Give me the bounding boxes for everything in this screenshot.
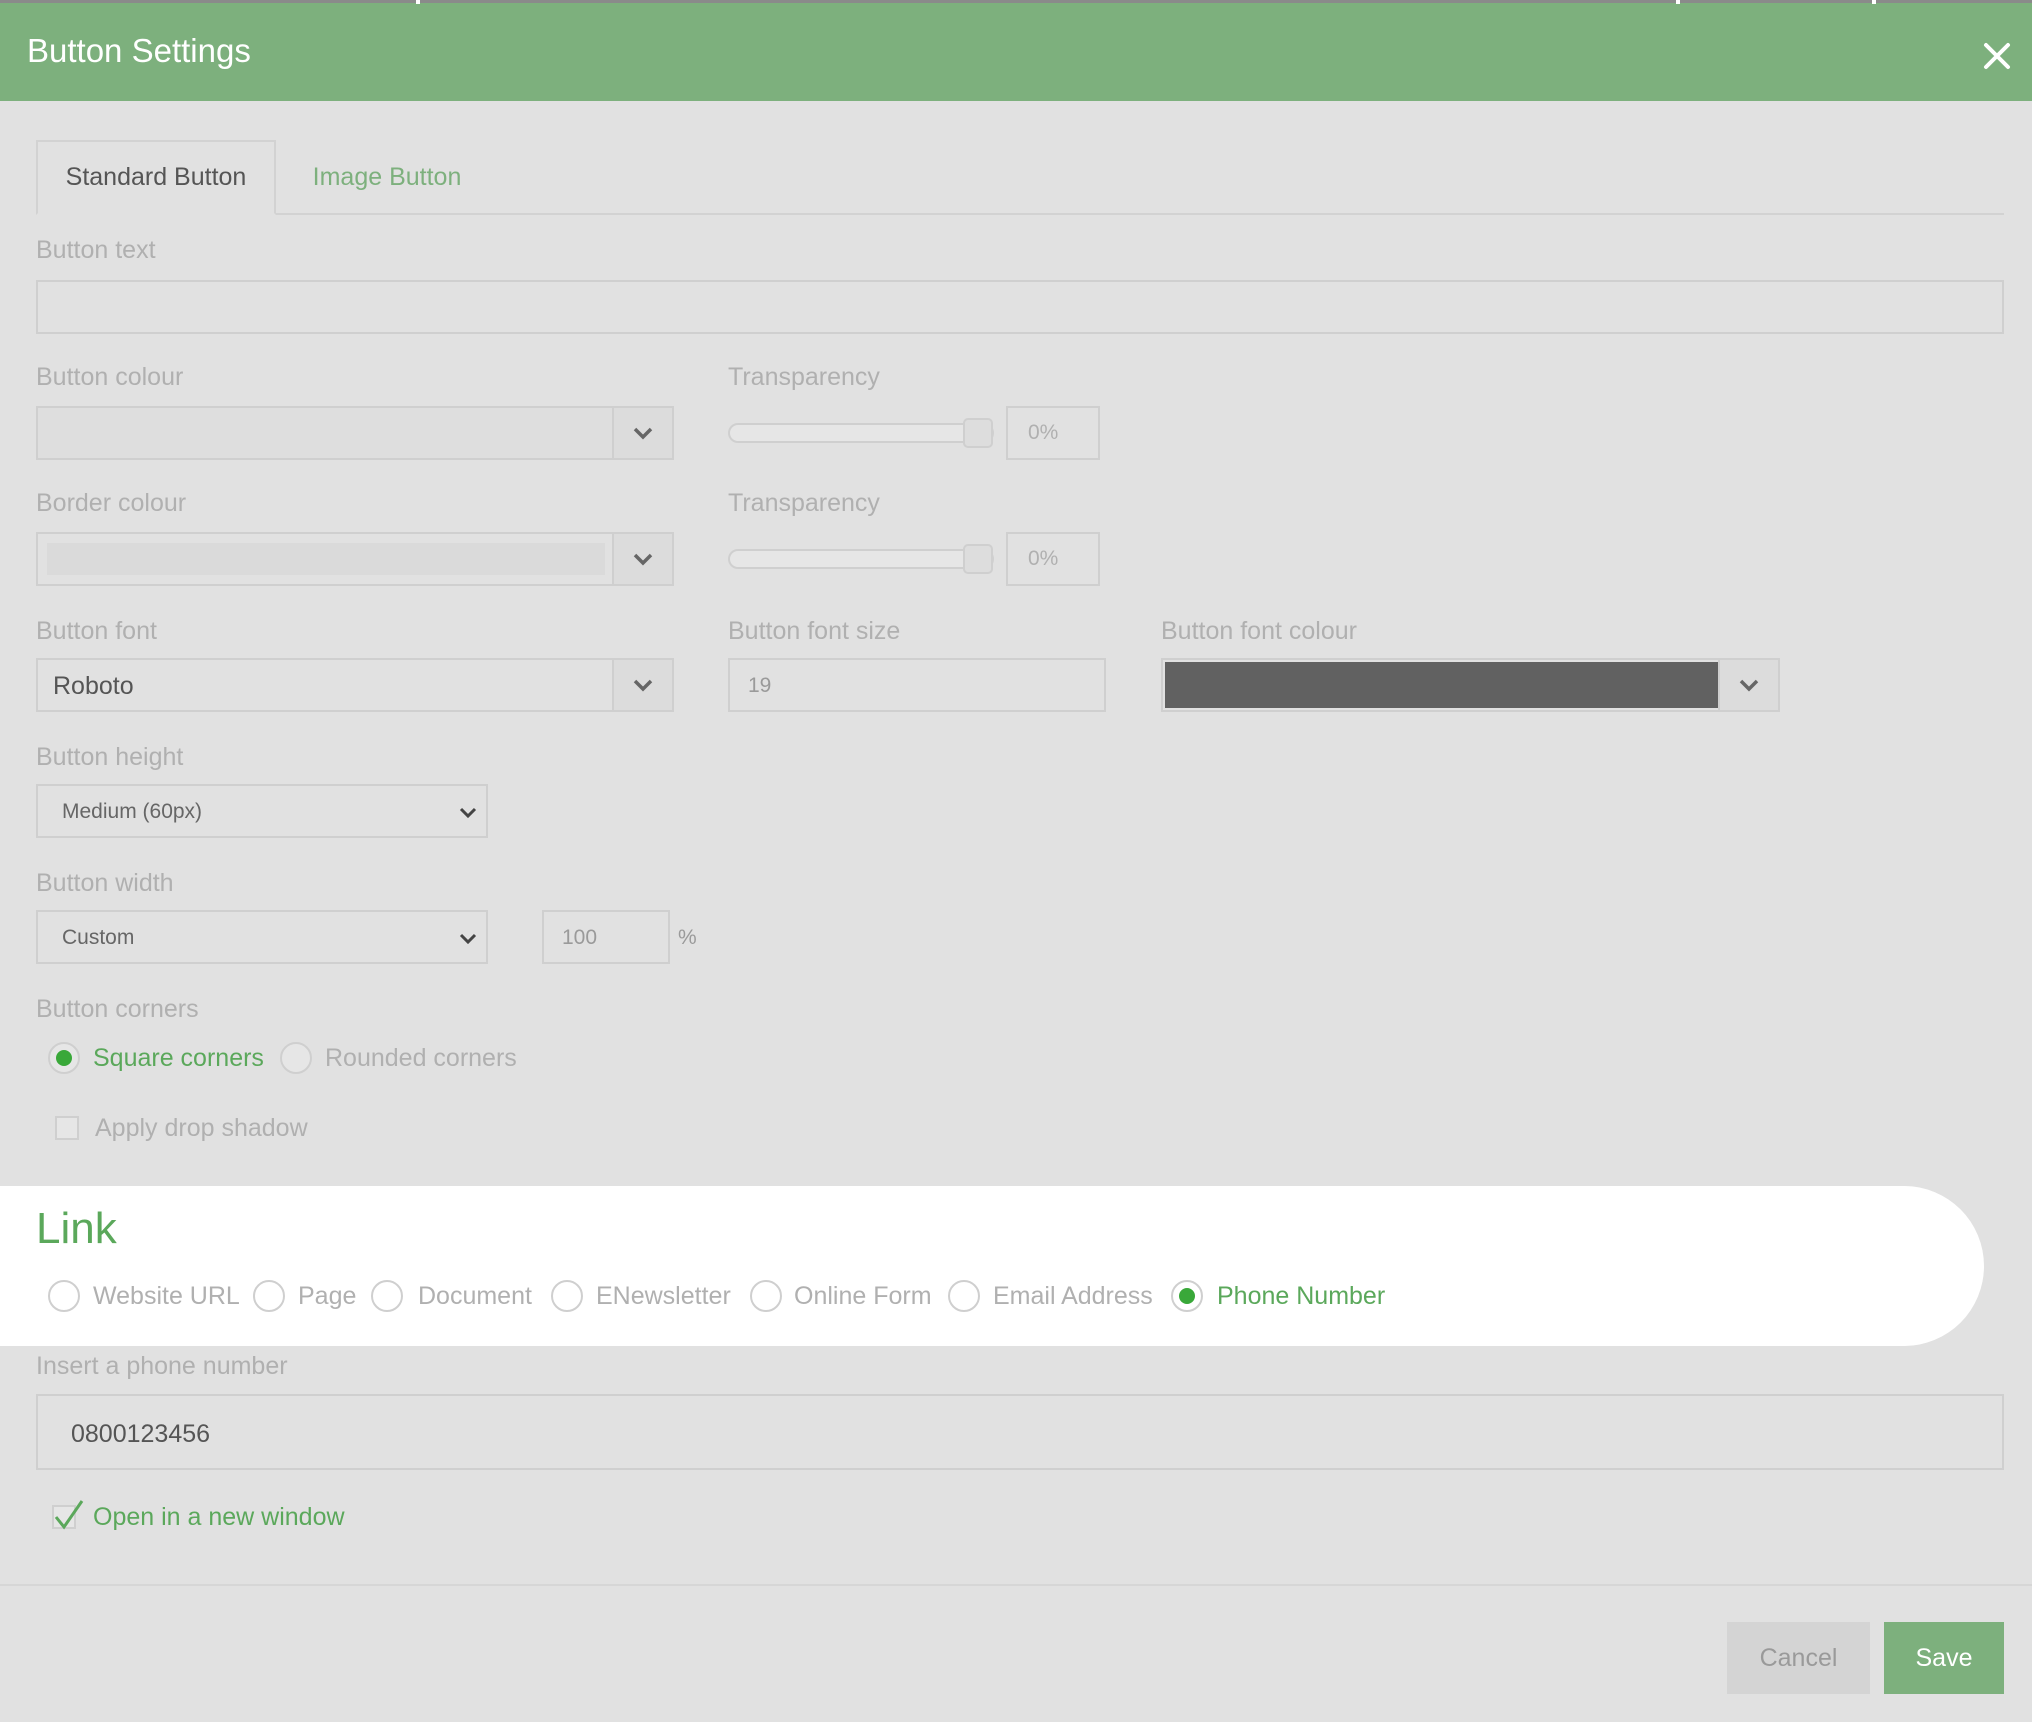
border-colour-transparency-slider[interactable] xyxy=(728,549,994,569)
link-phone-number-label[interactable]: Phone Number xyxy=(1217,1282,1385,1311)
button-font-colour-dropdown-toggle[interactable] xyxy=(1718,660,1778,710)
chevron-down-icon xyxy=(633,553,653,566)
tab-standard-button[interactable]: Standard Button xyxy=(36,140,276,215)
square-corners-radio[interactable] xyxy=(48,1042,80,1074)
new-window-label[interactable]: Open in a new window xyxy=(93,1503,345,1532)
button-height-value: Medium (60px) xyxy=(62,800,203,823)
link-title: Link xyxy=(36,1204,117,1253)
dialog-header xyxy=(0,0,2032,101)
button-text-input[interactable] xyxy=(36,280,2004,334)
new-window-checkbox[interactable] xyxy=(52,1500,84,1530)
close-icon xyxy=(1984,43,2010,69)
border-colour-label: Border colour xyxy=(36,489,187,517)
button-font-size-input[interactable]: 19 xyxy=(728,658,1106,712)
border-colour-transparency-handle[interactable] xyxy=(963,544,993,574)
phone-number-label: Insert a phone number xyxy=(36,1352,288,1380)
link-panel xyxy=(0,1186,1984,1346)
border-colour-picker[interactable] xyxy=(36,532,674,586)
button-text-label: Button text xyxy=(36,236,156,264)
header-tick-mark xyxy=(416,0,420,4)
chevron-down-icon xyxy=(1739,679,1759,692)
drop-shadow-label[interactable]: Apply drop shadow xyxy=(95,1114,308,1143)
link-website-url-label[interactable]: Website URL xyxy=(93,1282,240,1311)
save-button[interactable]: Save xyxy=(1884,1622,2004,1694)
footer-divider xyxy=(0,1584,2032,1586)
button-colour-transparency-value[interactable]: 0% xyxy=(1006,406,1100,460)
drop-shadow-checkbox[interactable] xyxy=(55,1116,79,1140)
chevron-down-icon xyxy=(633,679,653,692)
link-email-address-label[interactable]: Email Address xyxy=(993,1282,1153,1311)
link-enewsletter-radio[interactable] xyxy=(551,1280,583,1312)
button-font-size-value: 19 xyxy=(748,674,772,697)
phone-number-value: 0800123456 xyxy=(71,1420,211,1448)
button-font-colour-picker[interactable] xyxy=(1161,658,1780,712)
cancel-button[interactable]: Cancel xyxy=(1727,1622,1870,1694)
chevron-down-icon xyxy=(459,807,477,819)
button-height-label: Button height xyxy=(36,743,184,771)
close-button[interactable] xyxy=(1975,34,2019,78)
border-colour-transparency-label: Transparency xyxy=(728,489,880,517)
button-height-select[interactable]: Medium (60px) xyxy=(36,784,488,838)
link-page-label[interactable]: Page xyxy=(298,1282,356,1311)
square-corners-label[interactable]: Square corners xyxy=(93,1044,264,1073)
button-font-colour-label: Button font colour xyxy=(1161,617,1357,645)
link-page-radio[interactable] xyxy=(253,1280,285,1312)
button-width-select[interactable]: Custom xyxy=(36,910,488,964)
button-colour-transparency-slider[interactable] xyxy=(728,423,994,443)
button-colour-label: Button colour xyxy=(36,363,184,391)
link-enewsletter-label[interactable]: ENewsletter xyxy=(596,1282,731,1311)
button-colour-dropdown-toggle[interactable] xyxy=(612,408,672,458)
button-font-label: Button font xyxy=(36,617,157,645)
button-colour-transparency-handle[interactable] xyxy=(963,418,993,448)
button-font-value: Roboto xyxy=(53,672,134,700)
link-website-url-radio[interactable] xyxy=(48,1280,80,1312)
border-colour-swatch xyxy=(47,543,605,575)
button-width-value: Custom xyxy=(62,926,135,949)
header-tick-mark xyxy=(1872,0,1876,4)
link-phone-number-radio[interactable] xyxy=(1171,1280,1203,1312)
button-font-dropdown-toggle[interactable] xyxy=(612,660,672,710)
button-colour-transparency-label: Transparency xyxy=(728,363,880,391)
chevron-down-icon xyxy=(633,427,653,440)
border-colour-transparency-value[interactable]: 0% xyxy=(1006,532,1100,586)
button-width-custom-input[interactable]: 100 xyxy=(542,910,670,964)
link-document-radio[interactable] xyxy=(371,1280,403,1312)
chevron-down-icon xyxy=(459,933,477,945)
border-colour-dropdown-toggle[interactable] xyxy=(612,534,672,584)
link-online-form-radio[interactable] xyxy=(750,1280,782,1312)
checkmark-icon xyxy=(54,1500,84,1530)
tab-image-button[interactable]: Image Button xyxy=(292,140,482,215)
button-font-select[interactable]: Roboto xyxy=(36,658,674,712)
button-font-colour-swatch xyxy=(1165,662,1720,708)
header-tick-mark xyxy=(1676,0,1680,4)
button-colour-picker[interactable] xyxy=(36,406,674,460)
button-font-size-label: Button font size xyxy=(728,617,901,645)
link-email-address-radio[interactable] xyxy=(948,1280,980,1312)
link-document-label[interactable]: Document xyxy=(418,1282,532,1311)
dialog-title: Button Settings xyxy=(27,32,251,69)
button-corners-label: Button corners xyxy=(36,995,199,1023)
phone-number-input[interactable]: 0800123456 xyxy=(36,1394,2004,1470)
rounded-corners-radio[interactable] xyxy=(280,1042,312,1074)
rounded-corners-label[interactable]: Rounded corners xyxy=(325,1044,517,1073)
button-width-label: Button width xyxy=(36,869,174,897)
button-width-unit: % xyxy=(678,926,697,949)
link-online-form-label[interactable]: Online Form xyxy=(794,1282,932,1311)
button-width-custom-value: 100 xyxy=(562,926,598,949)
